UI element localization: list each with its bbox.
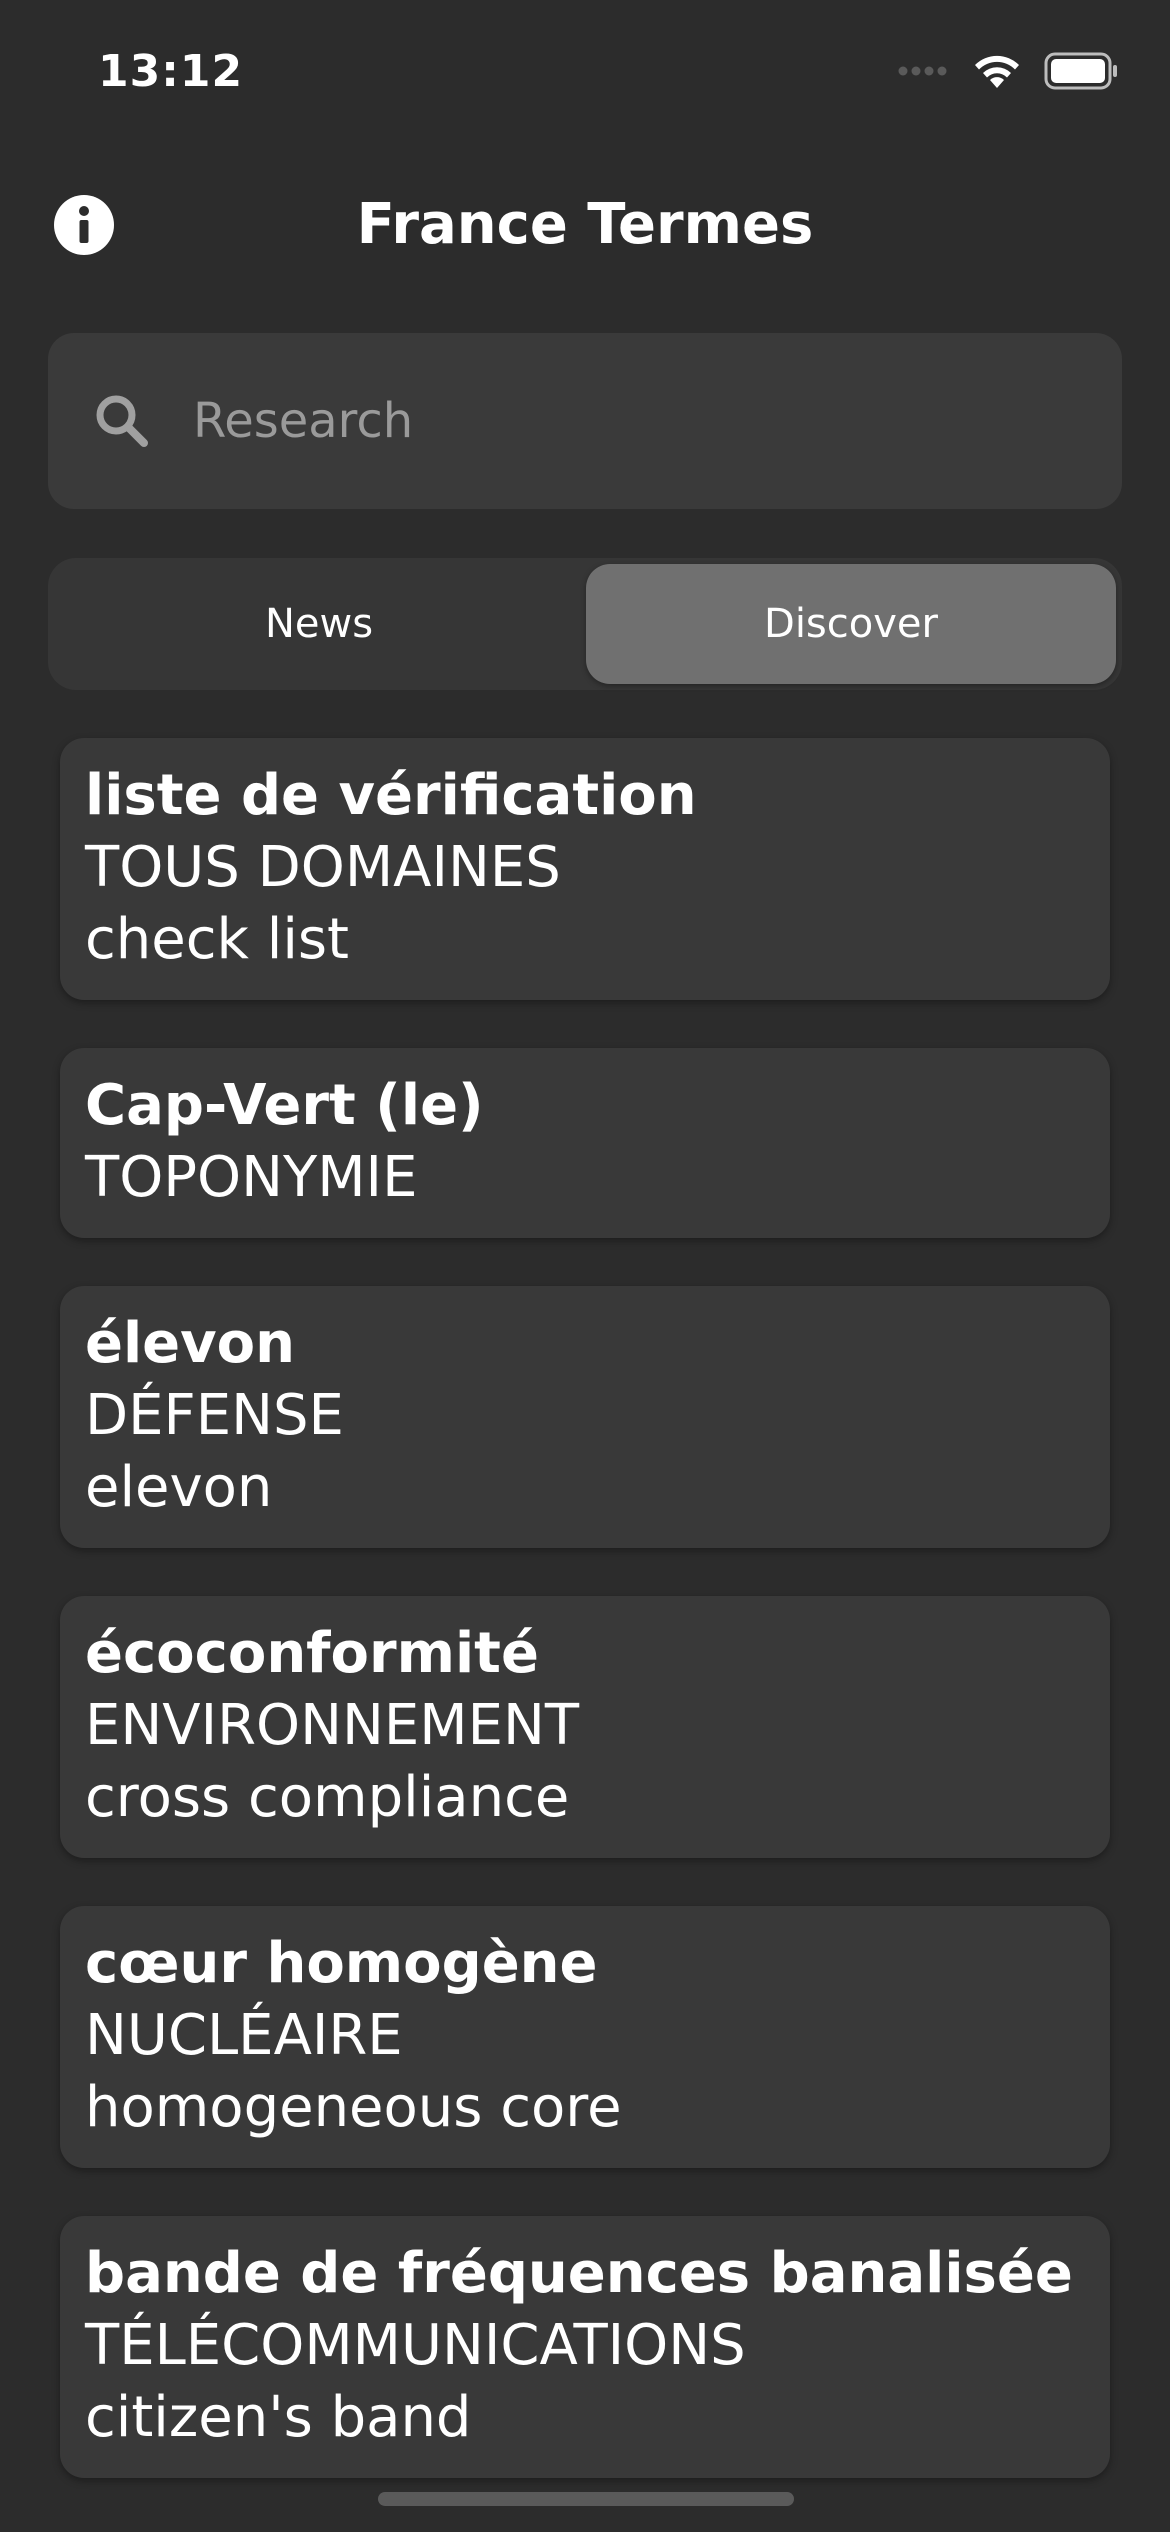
term-translation: check list — [85, 907, 350, 972]
term-domain: NUCLÉAIRE — [85, 2003, 403, 2068]
term-translation: cross compliance — [85, 1765, 570, 1830]
term-card[interactable]: bande de fréquences banalisée TÉLÉCOMMUN… — [60, 2216, 1110, 2478]
status-time: 13:12 — [98, 46, 244, 97]
term-title: cœur homogène — [85, 1931, 598, 1996]
term-card[interactable]: élevon DÉFENSE elevon — [60, 1286, 1110, 1548]
term-translation: elevon — [85, 1455, 273, 1520]
term-domain: ENVIRONNEMENT — [85, 1693, 580, 1758]
header: France Termes — [0, 170, 1170, 280]
search-icon — [96, 395, 148, 447]
battery-icon — [1044, 52, 1117, 90]
cellular-signal-icon — [898, 66, 947, 76]
term-card[interactable]: Cap-Vert (le) TOPONYMIE — [60, 1048, 1110, 1238]
term-list: liste de vérification TOUS DOMAINES chec… — [60, 738, 1110, 2526]
term-card[interactable]: cœur homogène NUCLÉAIRE homogeneous core — [60, 1906, 1110, 2168]
term-title: élevon — [85, 1311, 295, 1376]
status-bar: 13:12 — [0, 0, 1170, 150]
search-bar[interactable] — [48, 333, 1122, 509]
term-translation: homogeneous core — [85, 2075, 622, 2140]
term-domain: TOPONYMIE — [85, 1145, 418, 1210]
home-indicator[interactable] — [378, 2492, 794, 2506]
term-title: bande de fréquences banalisée — [85, 2241, 1073, 2306]
wifi-icon — [975, 55, 1019, 88]
page-title: France Termes — [356, 192, 814, 257]
term-title: liste de vérification — [85, 763, 697, 828]
term-domain: TÉLÉCOMMUNICATIONS — [85, 2313, 746, 2378]
term-domain: DÉFENSE — [85, 1383, 344, 1448]
tab-discover[interactable]: Discover — [586, 564, 1116, 684]
segmented-control: News Discover — [48, 558, 1122, 690]
term-domain: TOUS DOMAINES — [85, 835, 561, 900]
tab-news[interactable]: News — [54, 564, 584, 684]
search-input[interactable] — [193, 377, 1073, 465]
term-card[interactable]: écoconformité ENVIRONNEMENT cross compli… — [60, 1596, 1110, 1858]
status-icons — [898, 52, 1118, 90]
term-card[interactable]: liste de vérification TOUS DOMAINES chec… — [60, 738, 1110, 1000]
term-title: Cap-Vert (le) — [85, 1073, 484, 1138]
term-translation: citizen's band — [85, 2385, 472, 2450]
term-title: écoconformité — [85, 1621, 539, 1686]
